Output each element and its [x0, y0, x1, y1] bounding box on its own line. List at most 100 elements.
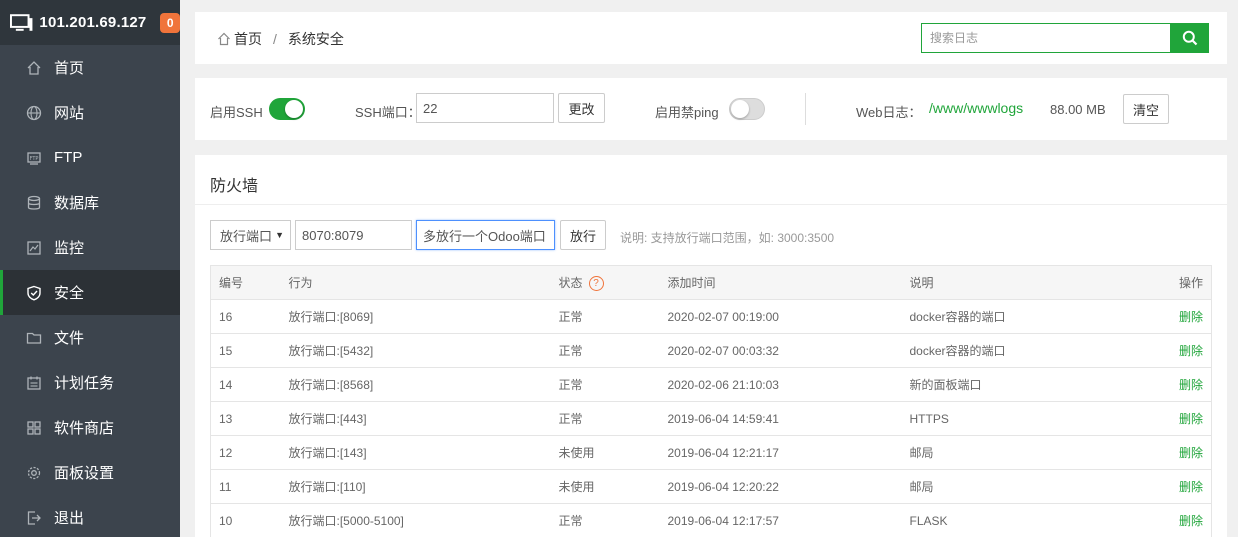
divider	[195, 204, 1227, 205]
description-input[interactable]	[416, 220, 555, 250]
shield-icon	[26, 285, 42, 301]
breadcrumb-home-link[interactable]: 首页	[234, 29, 262, 49]
weblog-path-link[interactable]: /www/wwwlogs	[929, 100, 1023, 116]
sidebar-item-ftp[interactable]: FTP FTP	[0, 135, 180, 180]
sidebar-item-label: 监控	[54, 240, 85, 257]
sidebar-item-label: 面板设置	[54, 465, 115, 482]
cell-id: 12	[210, 435, 281, 470]
gear-icon	[26, 465, 42, 481]
table-row: 12 放行端口:[143] 未使用 2019-06-04 12:21:17 邮局…	[210, 435, 1212, 470]
sidebar-item-label: 首页	[54, 60, 85, 77]
ssh-port-label: SSH端口：	[355, 105, 421, 120]
sidebar-item-label: FTP	[54, 149, 83, 166]
breadcrumb-current: 系统安全	[287, 31, 344, 47]
cell-id: 13	[210, 401, 281, 436]
delete-link[interactable]: 删除	[1131, 435, 1212, 470]
search-button[interactable]	[1170, 23, 1209, 53]
cell-status: 正常	[550, 503, 660, 537]
table-row: 14 放行端口:[8568] 正常 2020-02-06 21:10:03 新的…	[210, 367, 1212, 402]
sidebar-item-home[interactable]: 首页	[0, 45, 180, 90]
logout-icon	[26, 510, 42, 526]
cell-note: FLASK	[901, 503, 1132, 537]
table-row: 13 放行端口:[443] 正常 2019-06-04 14:59:41 HTT…	[210, 401, 1212, 436]
breadcrumb: 首页 / 系统安全	[217, 29, 344, 49]
cell-status: 正常	[550, 367, 660, 402]
sidebar-item-logout[interactable]: 退出	[0, 495, 180, 537]
cell-time: 2020-02-07 00:19:00	[659, 299, 902, 334]
sidebar-item-label: 软件商店	[54, 420, 115, 437]
sidebar-item-cron[interactable]: 计划任务	[0, 360, 180, 405]
cell-action: 放行端口:[110]	[280, 469, 551, 504]
firewall-title: 防火墙	[210, 178, 259, 195]
firewall-rules-table: 编号 行为 状态? 添加时间 说明 操作 16 放行端口:[8069] 正常 2…	[210, 265, 1212, 537]
cell-action: 放行端口:[443]	[280, 401, 551, 436]
cell-time: 2020-02-06 21:10:03	[659, 367, 902, 402]
sidebar-item-settings[interactable]: 面板设置	[0, 450, 180, 495]
home-icon	[218, 32, 230, 46]
header-panel: 首页 / 系统安全	[195, 12, 1227, 64]
column-header-status: 状态?	[550, 265, 660, 300]
sidebar-item-database[interactable]: 数据库	[0, 180, 180, 225]
sidebar-item-store[interactable]: 软件商店	[0, 405, 180, 450]
column-header-status-label: 状态	[558, 275, 583, 290]
ssh-label: 启用SSH	[210, 105, 263, 120]
rule-type-value: 放行端口	[220, 228, 273, 244]
sidebar: 101.201.69.127 0 首页 网站 FTP FTP 数据库 监控 安全	[0, 0, 180, 537]
change-port-button[interactable]: 更改	[558, 93, 605, 123]
cell-time: 2019-06-04 12:20:22	[659, 469, 902, 504]
delete-link[interactable]: 删除	[1131, 367, 1212, 402]
toggle-knob	[285, 100, 303, 118]
column-header-op: 操作	[1131, 265, 1212, 300]
table-row: 16 放行端口:[8069] 正常 2020-02-07 00:19:00 do…	[210, 299, 1212, 334]
cell-action: 放行端口:[8568]	[280, 367, 551, 402]
weblog-size: 88.00 MB	[1050, 102, 1106, 117]
ping-toggle[interactable]	[729, 98, 765, 120]
delete-link[interactable]: 删除	[1131, 299, 1212, 334]
monitor-chart-icon	[26, 240, 42, 256]
delete-link[interactable]: 删除	[1131, 333, 1212, 368]
cell-note: docker容器的端口	[901, 333, 1132, 368]
cell-id: 14	[210, 367, 281, 402]
ftp-icon: FTP	[26, 150, 42, 166]
table-row: 10 放行端口:[5000-5100] 正常 2019-06-04 12:17:…	[210, 503, 1212, 537]
table-row: 15 放行端口:[5432] 正常 2020-02-07 00:03:32 do…	[210, 333, 1212, 368]
server-header: 101.201.69.127 0	[0, 0, 180, 45]
cell-note: 邮局	[901, 469, 1132, 504]
cell-status: 未使用	[550, 469, 660, 504]
allow-port-button[interactable]: 放行	[560, 220, 606, 250]
sidebar-item-monitor[interactable]: 监控	[0, 225, 180, 270]
cell-note: docker容器的端口	[901, 299, 1132, 334]
sidebar-item-label: 计划任务	[54, 375, 115, 392]
sidebar-item-label: 退出	[54, 510, 85, 527]
cell-note: 邮局	[901, 435, 1132, 470]
globe-icon	[26, 105, 42, 121]
clear-logs-button[interactable]: 清空	[1123, 94, 1169, 124]
table-row: 11 放行端口:[110] 未使用 2019-06-04 12:20:22 邮局…	[210, 469, 1212, 504]
ping-label: 启用禁ping	[655, 105, 719, 120]
database-icon	[26, 195, 42, 211]
sidebar-item-label: 安全	[54, 285, 85, 302]
delete-link[interactable]: 删除	[1131, 401, 1212, 436]
help-icon[interactable]: ?	[588, 276, 604, 292]
delete-link[interactable]: 删除	[1131, 469, 1212, 504]
sidebar-item-label: 数据库	[54, 195, 100, 212]
folder-icon	[26, 330, 42, 346]
breadcrumb-separator: /	[273, 31, 277, 47]
cell-time: 2020-02-07 00:03:32	[659, 333, 902, 368]
delete-link[interactable]: 删除	[1131, 503, 1212, 537]
sidebar-item-label: 网站	[54, 105, 85, 122]
cell-status: 正常	[550, 401, 660, 436]
search-input[interactable]	[922, 24, 1171, 52]
notification-badge[interactable]: 0	[160, 12, 180, 33]
port-input[interactable]	[295, 220, 412, 250]
search-box	[921, 23, 1171, 53]
cell-time: 2019-06-04 14:59:41	[659, 401, 902, 436]
cell-note: 新的面板端口	[901, 367, 1132, 402]
rule-type-select[interactable]: 放行端口 ▼	[210, 220, 291, 250]
ssh-port-input[interactable]	[416, 93, 554, 123]
sidebar-item-website[interactable]: 网站	[0, 90, 180, 135]
cell-action: 放行端口:[5432]	[280, 333, 551, 368]
sidebar-item-files[interactable]: 文件	[0, 315, 180, 360]
ssh-toggle[interactable]	[269, 98, 305, 120]
sidebar-item-security[interactable]: 安全	[0, 270, 180, 315]
